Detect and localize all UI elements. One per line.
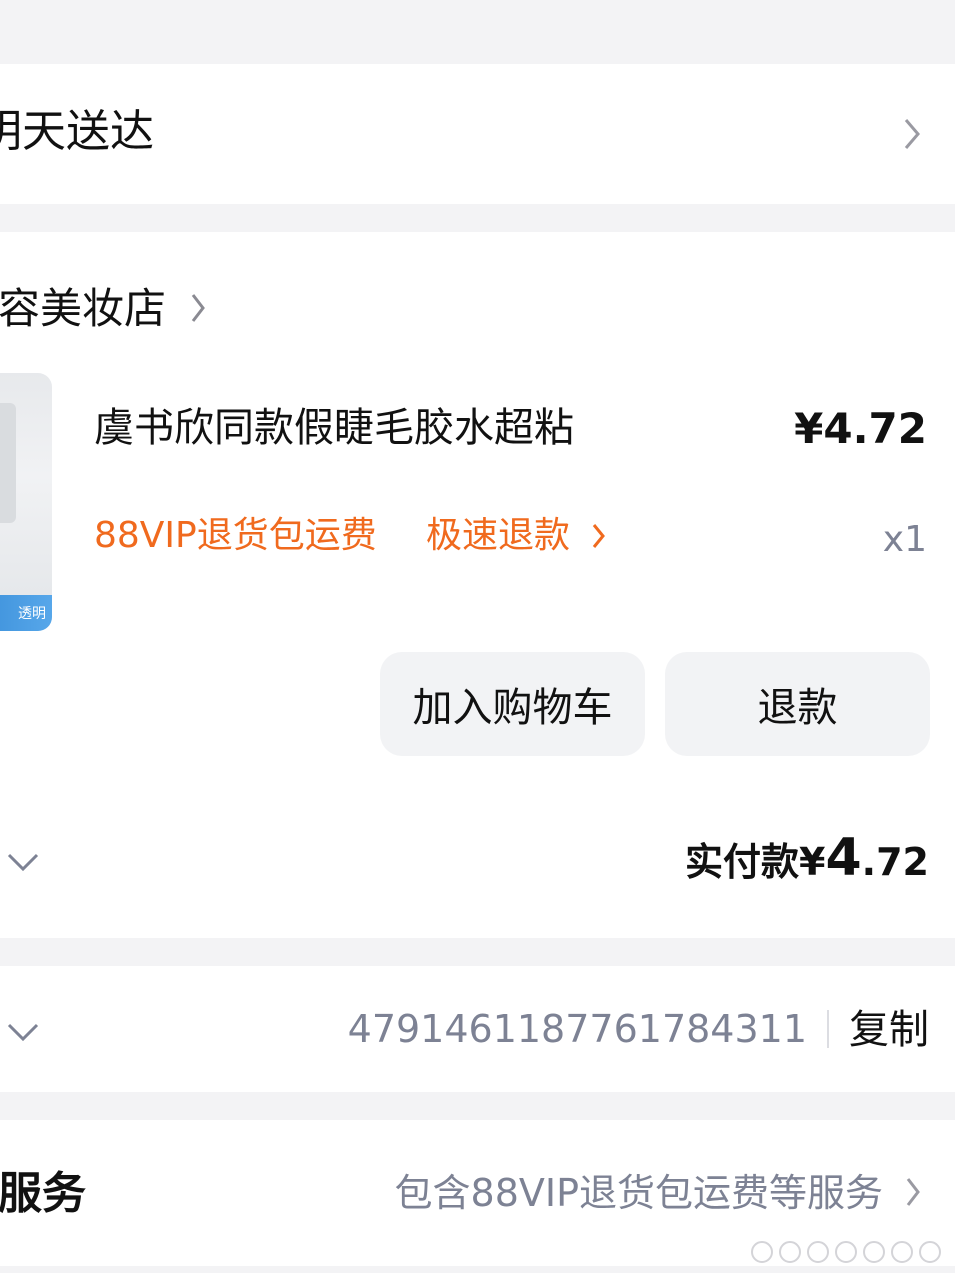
paid-amount: 实付款 ¥ 4 .72 [685,828,929,888]
refund-button[interactable]: 退款 [665,652,930,756]
watermark [751,1241,941,1263]
fast-refund-label: 极速退款 [426,515,571,556]
fast-refund-link[interactable]: 极速退款 [426,514,616,560]
delivery-text: 明天送达 [0,106,154,157]
chevron-right-icon [190,292,206,324]
product-qty: x1 [882,519,927,560]
thumb-strip: 透明 [0,595,52,631]
shop-name: 容美妆店 [0,284,167,333]
paid-label: 实付款 [685,840,800,884]
paid-dec: .72 [861,840,929,884]
add-to-cart-button[interactable]: 加入购物车 [380,652,645,756]
product-title[interactable]: 虞书欣同款假睫毛胶水超粘 [94,408,574,448]
chevron-right-icon [903,117,921,151]
paid-currency: ¥ [799,840,826,884]
product-image [0,403,16,523]
chevron-down-icon [7,1023,39,1042]
product-thumbnail[interactable]: 透明 [0,373,52,631]
product-price: ¥4.72 [794,404,927,453]
delivery-card[interactable]: 明天送达 [0,64,955,204]
copy-button[interactable]: 复制 [849,1010,929,1050]
chevron-right-icon [592,522,606,550]
services-summary: 包含88VIP退货包运费等服务 [394,1171,883,1215]
chevron-right-icon [905,1176,921,1208]
order-info-card: 4791461187761784311 复制 [0,966,955,1092]
expand-toggle[interactable] [6,852,40,876]
chevron-down-icon [7,853,39,872]
expand-toggle[interactable] [6,1022,40,1046]
thumb-caption: 透明 [18,606,46,622]
vip-return-tag: 88VIP退货包运费 [94,515,377,556]
shop-header[interactable]: 容美妆店 [0,282,300,342]
divider [827,1010,829,1048]
paid-int: 4 [825,828,862,888]
services-label: 服务 [0,1168,86,1219]
order-number: 4791461187761784311 [347,1007,807,1051]
